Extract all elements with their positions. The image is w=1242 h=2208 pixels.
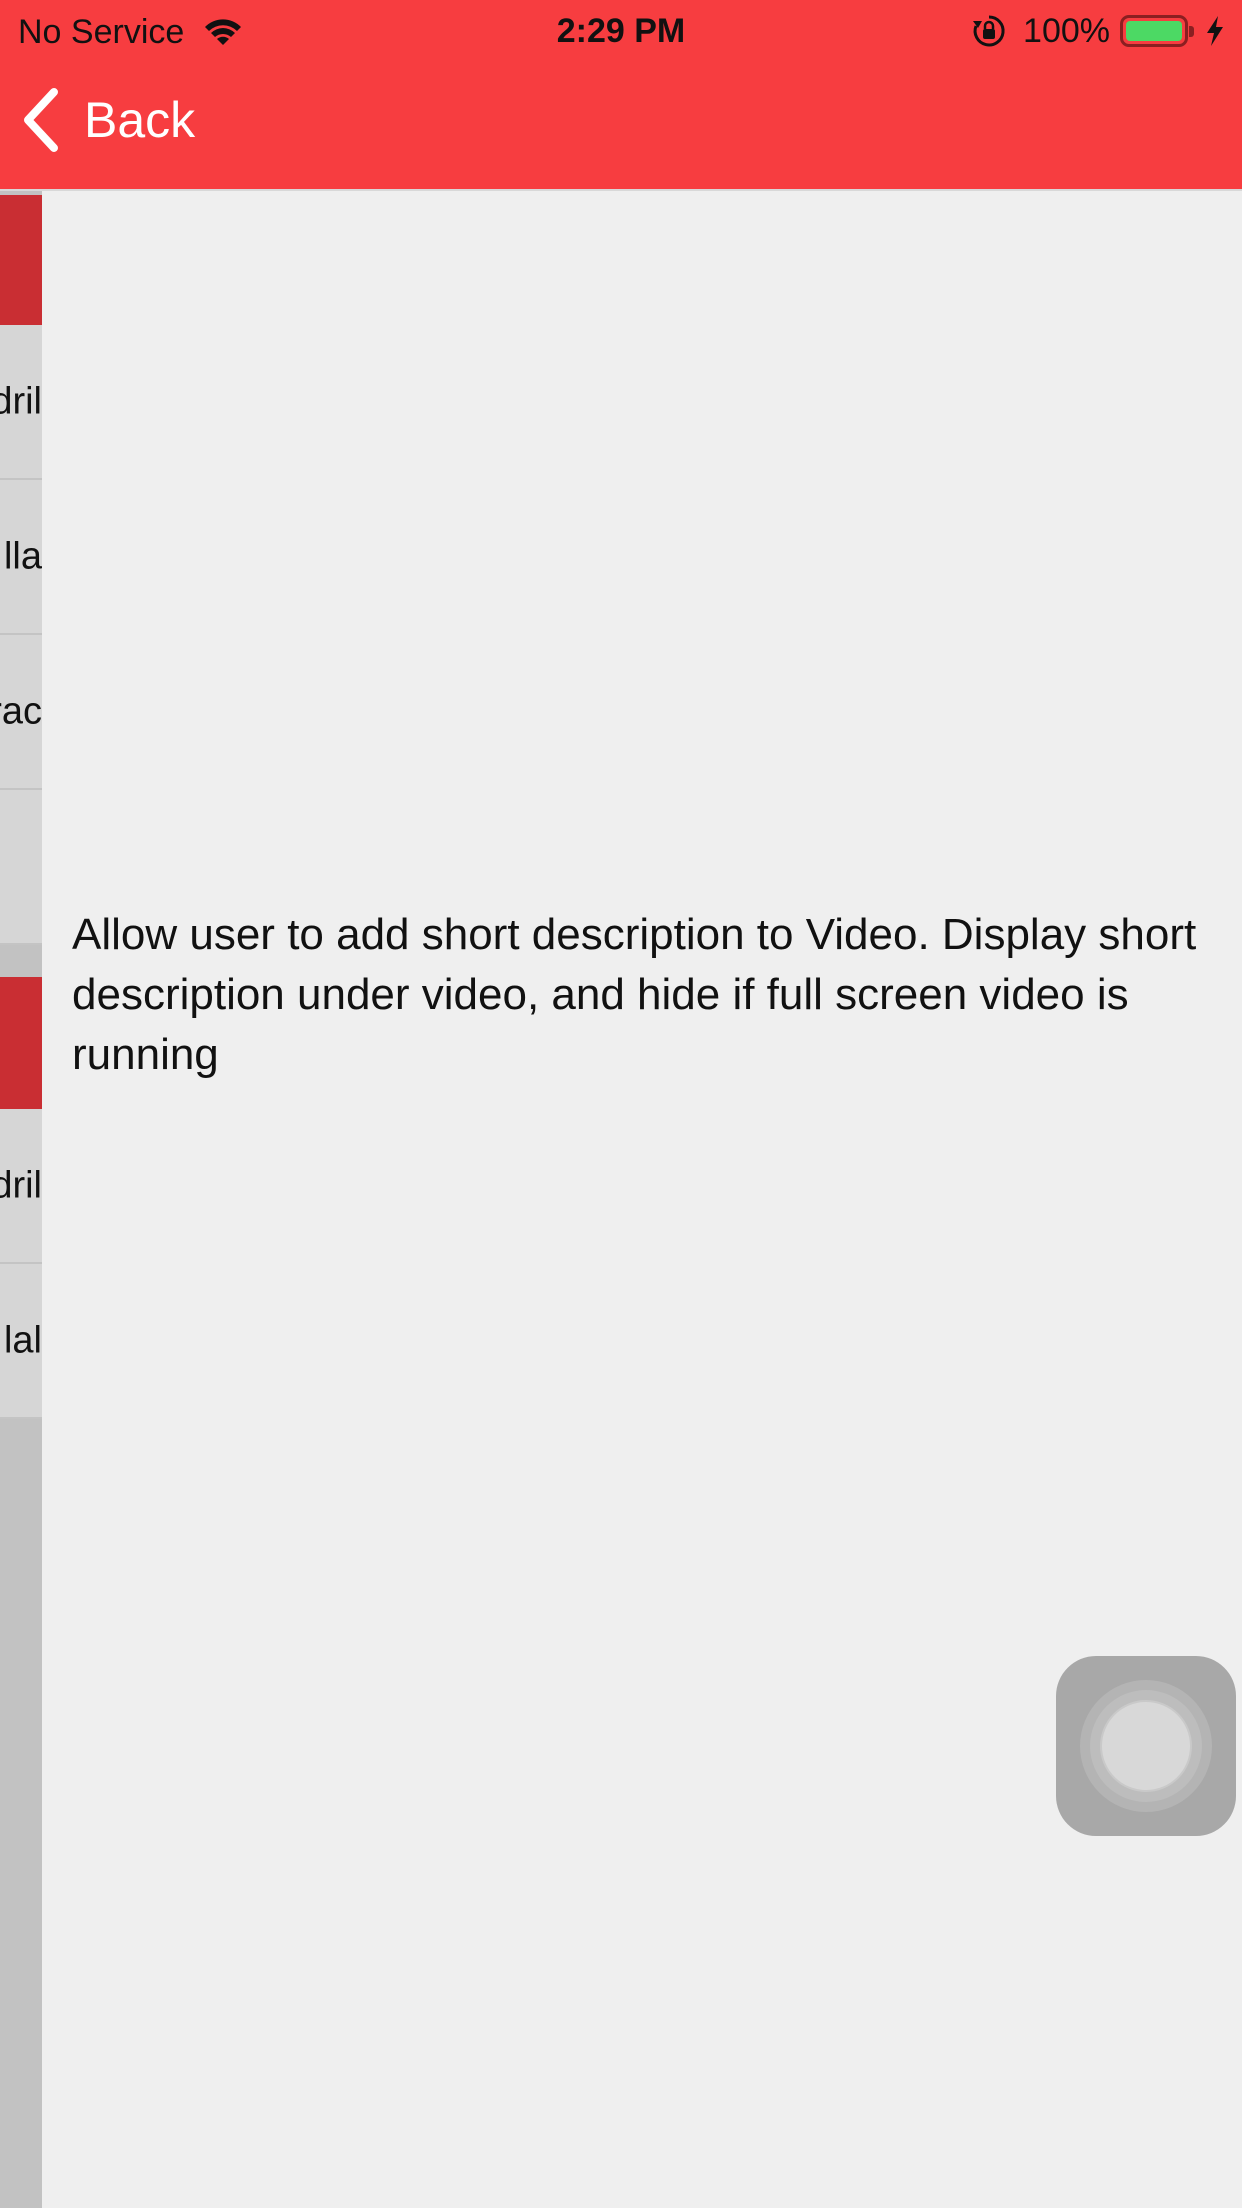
battery-percent: 100% bbox=[1023, 11, 1110, 50]
video-description-text: Allow user to add short description to V… bbox=[72, 910, 1197, 1079]
side-menu: dril lla rac dril lal bbox=[0, 191, 42, 2208]
back-button[interactable]: Back bbox=[20, 88, 195, 152]
status-bar: No Service 2:29 PM 100% bbox=[0, 0, 1242, 62]
side-menu-item[interactable]: dril bbox=[0, 1109, 42, 1264]
rotation-lock-icon bbox=[973, 15, 1005, 47]
side-menu-item[interactable]: lal bbox=[0, 1264, 42, 1419]
assistive-touch-ring-outer bbox=[1080, 1680, 1212, 1812]
side-menu-item[interactable]: dril bbox=[0, 325, 42, 480]
side-menu-item[interactable]: rac bbox=[0, 635, 42, 790]
side-menu-item-label: lal bbox=[3, 1319, 42, 1361]
side-menu-item-label: dril bbox=[0, 380, 42, 422]
battery-icon bbox=[1120, 15, 1194, 47]
main-content: Allow user to add short description to V… bbox=[42, 191, 1242, 2208]
app-screen: No Service 2:29 PM 100% Back ril lla ac … bbox=[0, 0, 1242, 2208]
header: No Service 2:29 PM 100% Back bbox=[0, 0, 1242, 191]
assistive-touch-button[interactable] bbox=[1056, 1656, 1236, 1836]
side-menu-item-label: dril bbox=[0, 1164, 42, 1206]
status-right: 100% bbox=[971, 10, 1226, 52]
side-menu-item[interactable]: lla bbox=[0, 480, 42, 635]
assistive-touch-icon bbox=[1102, 1702, 1190, 1790]
side-menu-item-label: rac bbox=[0, 690, 42, 732]
side-menu-item-label: lla bbox=[3, 535, 42, 577]
side-menu-item[interactable] bbox=[0, 790, 42, 945]
chevron-left-icon bbox=[24, 88, 58, 152]
side-menu-section-header bbox=[0, 977, 42, 1109]
battery-fill bbox=[1126, 21, 1182, 41]
side-menu-section-header bbox=[0, 195, 42, 325]
assistive-touch-ring-mid bbox=[1090, 1690, 1202, 1802]
charging-bolt-icon bbox=[1207, 16, 1223, 46]
nav-bar: Back bbox=[0, 62, 1242, 189]
back-label: Back bbox=[84, 92, 196, 148]
